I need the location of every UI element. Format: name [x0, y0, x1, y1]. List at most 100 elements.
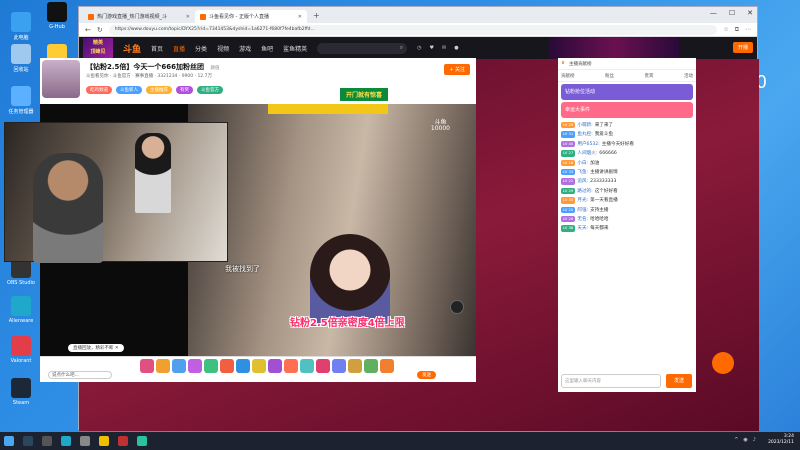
gift-item-icon[interactable]: [236, 359, 250, 373]
chevron-up-icon[interactable]: ^: [734, 437, 738, 443]
desktop-icon-alienware[interactable]: Alienware: [4, 296, 38, 324]
close-window-icon[interactable]: ✕: [747, 9, 753, 17]
url-input[interactable]: https://www.douyu.com/topic/DYX25?rid=73…: [108, 24, 718, 35]
room-tag[interactable]: 斗鱼新人: [116, 86, 142, 94]
follow-icon[interactable]: ♥: [430, 45, 434, 51]
desktop-icon-recycle-bin[interactable]: 回收站: [4, 44, 38, 73]
floating-live-icon[interactable]: [712, 352, 734, 374]
chat-username[interactable]: 人间烟火:: [577, 151, 597, 156]
network-icon[interactable]: ◉: [743, 437, 747, 443]
chat-event-card-2[interactable]: 幸运大事件: [561, 102, 693, 118]
browser-tab-1[interactable]: 热门游戏直播_热门游戏视频_斗 ✕: [83, 10, 195, 23]
room-ad-banner[interactable]: 开门就有惊喜: [340, 88, 389, 101]
edge-taskbar-icon[interactable]: [137, 436, 147, 446]
chat-username[interactable]: 路过的:: [577, 189, 592, 194]
site-logo[interactable]: 斗鱼: [123, 42, 141, 55]
nav-home[interactable]: 首页: [151, 44, 163, 53]
ghub-taskbar-icon[interactable]: [99, 436, 109, 446]
new-tab-button[interactable]: +: [307, 10, 326, 23]
more-icon[interactable]: ⋯: [745, 26, 751, 33]
message-icon[interactable]: ✉: [442, 45, 446, 51]
chat-username[interactable]: 飞鱼:: [577, 170, 588, 175]
go-live-button[interactable]: 开播: [732, 42, 753, 53]
desktop-icon-valorant[interactable]: Valorant: [4, 336, 38, 364]
gift-item-icon[interactable]: [300, 359, 314, 373]
nav-category[interactable]: 分类: [195, 44, 207, 53]
nav-elite[interactable]: 鲨鱼精英: [283, 44, 307, 53]
chat-username[interactable]: 追风:: [577, 179, 588, 184]
close-icon[interactable]: ✕: [298, 14, 302, 20]
chat-username[interactable]: 月光:: [577, 198, 588, 203]
chat-input[interactable]: 这里输入聊天内容: [561, 374, 661, 388]
header-banner-ad[interactable]: [549, 37, 679, 59]
quick-send-button[interactable]: 发送: [417, 371, 436, 379]
obs-taskbar-icon[interactable]: [42, 436, 52, 446]
chat-tab-vip[interactable]: 贵宾: [645, 73, 654, 79]
desktop-icon-this-pc[interactable]: 此电脑: [4, 12, 38, 41]
desktop-icon-steam[interactable]: Steam: [4, 378, 38, 406]
desktop-icon-obs[interactable]: OBS Studio: [4, 258, 38, 286]
maximize-icon[interactable]: ☐: [729, 9, 735, 17]
gift-item-icon[interactable]: [268, 359, 282, 373]
gift-item-icon[interactable]: [284, 359, 298, 373]
collections-icon[interactable]: ⧉: [735, 26, 739, 34]
chat-username[interactable]: 鱼丸控:: [577, 132, 592, 137]
chat-send-button[interactable]: 发送: [666, 374, 692, 388]
nav-live[interactable]: 直播: [173, 44, 185, 53]
chat-username[interactable]: 无名:: [577, 217, 588, 222]
chat-tab-event[interactable]: 活动: [684, 73, 693, 79]
promo-badge[interactable]: 精英 顶峰见: [83, 38, 113, 58]
settings-taskbar-icon[interactable]: [80, 436, 90, 446]
clock[interactable]: 3:24 2023/12/11: [768, 434, 794, 446]
gift-item-icon[interactable]: [204, 359, 218, 373]
search-icon[interactable]: ⌕: [400, 44, 403, 52]
room-tag[interactable]: 有奖: [176, 86, 193, 94]
gift-item-icon[interactable]: [188, 359, 202, 373]
gift-item-icon[interactable]: [220, 359, 234, 373]
chat-tab-fans[interactable]: 粉丝: [605, 73, 614, 79]
chat-username[interactable]: 小白:: [577, 161, 588, 166]
gift-item-icon[interactable]: [332, 359, 346, 373]
replay-tip[interactable]: 直播回放，精彩不断 ✕: [68, 344, 124, 352]
gift-item-icon[interactable]: [140, 359, 154, 373]
browser-tab-2[interactable]: 斗鱼看见你 - 正版个人直播 ✕: [195, 10, 307, 23]
refresh-icon[interactable]: ↻: [97, 26, 103, 34]
chat-username[interactable]: 天天:: [577, 226, 588, 231]
room-category[interactable]: 颜值: [210, 66, 219, 71]
gift-item-icon[interactable]: [380, 359, 394, 373]
room-tag[interactable]: 主播推荐: [146, 86, 172, 94]
minimize-icon[interactable]: —: [710, 9, 717, 17]
history-icon[interactable]: ◷: [417, 45, 421, 51]
video-control-icon[interactable]: [450, 300, 464, 314]
chat-username[interactable]: 阿强:: [577, 208, 588, 213]
chat-username[interactable]: 小萌新:: [577, 123, 592, 128]
gift-item-icon[interactable]: [348, 359, 362, 373]
game-taskbar-icon[interactable]: [118, 436, 128, 446]
nav-yuba[interactable]: 鱼吧: [261, 44, 273, 53]
back-icon[interactable]: ←: [85, 26, 91, 34]
room-tag[interactable]: 吃鸡频道: [86, 86, 112, 94]
chat-tab-rank[interactable]: 贡献榜: [561, 73, 575, 79]
quick-chat-input[interactable]: 说点什么吧...: [48, 371, 112, 379]
follow-button[interactable]: + 关注: [444, 64, 470, 75]
alienware-taskbar-icon[interactable]: [61, 436, 71, 446]
chat-username[interactable]: 用户6532:: [577, 142, 599, 147]
close-icon[interactable]: ✕: [186, 14, 190, 20]
steam-taskbar-icon[interactable]: [23, 436, 33, 446]
windows-start-icon[interactable]: [4, 436, 14, 446]
gift-item-icon[interactable]: [172, 359, 186, 373]
gift-item-icon[interactable]: [156, 359, 170, 373]
desktop-icon-task-manager[interactable]: 任务管理器: [4, 86, 38, 115]
search-input[interactable]: ⌕: [317, 42, 408, 54]
nav-video[interactable]: 视频: [217, 44, 229, 53]
chat-header-label[interactable]: 主播贡献榜: [569, 61, 592, 67]
streamer-avatar[interactable]: [42, 60, 80, 98]
favorite-icon[interactable]: ☆: [723, 26, 728, 33]
nav-game[interactable]: 游戏: [239, 44, 251, 53]
room-tag[interactable]: 斗鱼官方: [197, 86, 223, 94]
gift-item-icon[interactable]: [252, 359, 266, 373]
gift-item-icon[interactable]: [316, 359, 330, 373]
chat-event-card-1[interactable]: 钻粉抢位活动: [561, 84, 693, 100]
gift-item-icon[interactable]: [364, 359, 378, 373]
volume-icon[interactable]: ♪: [753, 437, 756, 443]
